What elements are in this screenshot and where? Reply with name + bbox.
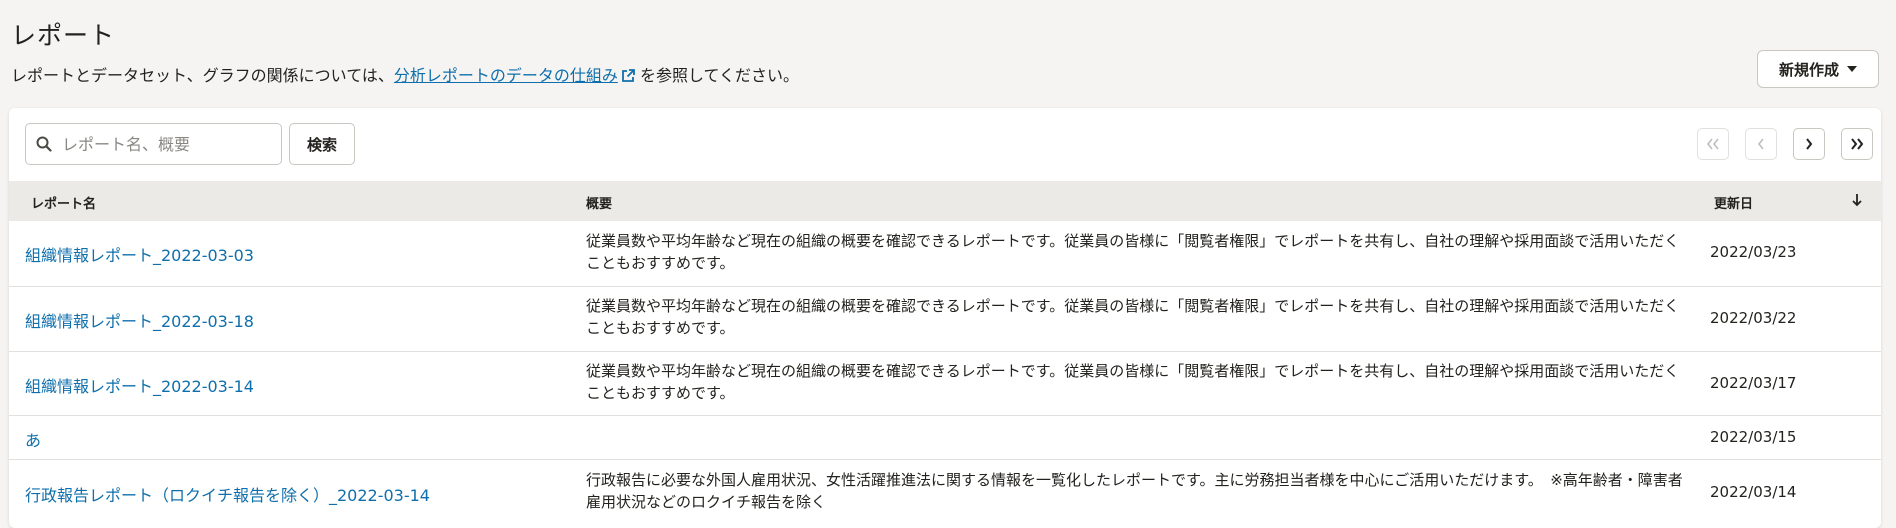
- report-summary: 従業員数や平均年齢など現在の組織の概要を確認できるレポートです。従業員の皆様に「…: [586, 297, 1680, 337]
- table-row[interactable]: 組織情報レポート_2022-03-18 従業員数や平均年齢など現在の組織の概要を…: [9, 287, 1881, 352]
- table-header: レポート名 概要 更新日: [9, 181, 1881, 221]
- search-button[interactable]: 検索: [289, 123, 355, 165]
- report-updated-date: 2022/03/17: [1710, 374, 1797, 392]
- report-updated-date: 2022/03/22: [1710, 309, 1797, 327]
- search-field[interactable]: [25, 123, 282, 165]
- search-input[interactable]: [60, 133, 264, 155]
- chevron-right-icon: [1806, 138, 1813, 150]
- table-row[interactable]: 行政報告レポート（ロクイチ報告を除く）_2022-03-14 行政報告に必要な外…: [9, 460, 1881, 528]
- report-updated-date: 2022/03/14: [1710, 483, 1797, 501]
- next-page-button[interactable]: [1793, 128, 1825, 160]
- new-create-button-label: 新規作成: [1778, 60, 1839, 79]
- search-icon: [36, 136, 52, 152]
- report-name-link[interactable]: 行政報告レポート（ロクイチ報告を除く）_2022-03-14: [25, 482, 430, 506]
- intro-text: レポートとデータセット、グラフの関係については、分析レポートのデータの仕組み を…: [11, 65, 799, 87]
- sort-descending-icon[interactable]: [1851, 193, 1863, 207]
- report-updated-date: 2022/03/23: [1710, 243, 1797, 261]
- double-chevron-right-icon: [1851, 138, 1864, 150]
- page-title: レポート: [11, 21, 116, 50]
- double-chevron-left-icon: [1706, 138, 1719, 150]
- report-summary: 行政報告に必要な外国人雇用状況、女性活躍推進法に関する情報を一覧化したレポートで…: [586, 471, 1683, 511]
- external-link-icon: [622, 69, 635, 82]
- report-name-link[interactable]: 組織情報レポート_2022-03-03: [25, 242, 254, 266]
- report-name-link[interactable]: 組織情報レポート_2022-03-14: [25, 373, 254, 397]
- prev-page-button[interactable]: [1745, 128, 1777, 160]
- report-summary: 従業員数や平均年齢など現在の組織の概要を確認できるレポートです。従業員の皆様に「…: [586, 362, 1680, 402]
- table-row[interactable]: 組織情報レポート_2022-03-03 従業員数や平均年齢など現在の組織の概要を…: [9, 221, 1881, 287]
- data-structure-link-label: 分析レポートのデータの仕組み: [393, 66, 618, 85]
- data-structure-link[interactable]: 分析レポートのデータの仕組み: [394, 66, 635, 85]
- report-name-link[interactable]: あ: [25, 427, 41, 451]
- report-summary: 従業員数や平均年齢など現在の組織の概要を確認できるレポートです。従業員の皆様に「…: [586, 232, 1680, 272]
- column-header-name[interactable]: レポート名: [31, 193, 96, 212]
- column-header-updated[interactable]: 更新日: [1714, 193, 1753, 212]
- table-row[interactable]: 組織情報レポート_2022-03-14 従業員数や平均年齢など現在の組織の概要を…: [9, 352, 1881, 416]
- report-list-card: 検索 レポート名 概要 更新日 組織情報レポート_2022-03-03 従業員数…: [9, 108, 1881, 528]
- report-name-link[interactable]: 組織情報レポート_2022-03-18: [25, 308, 254, 332]
- column-header-summary[interactable]: 概要: [586, 193, 612, 212]
- new-create-button[interactable]: 新規作成: [1757, 50, 1879, 88]
- report-updated-date: 2022/03/15: [1710, 428, 1797, 446]
- chevron-left-icon: [1757, 138, 1764, 150]
- table-row[interactable]: あ 2022/03/15: [9, 416, 1881, 460]
- intro-text-before: レポートとデータセット、グラフの関係については、: [11, 66, 394, 85]
- intro-text-after: を参照してください。: [634, 66, 800, 85]
- caret-down-icon: [1847, 66, 1857, 72]
- last-page-button[interactable]: [1841, 128, 1873, 160]
- first-page-button[interactable]: [1697, 128, 1729, 160]
